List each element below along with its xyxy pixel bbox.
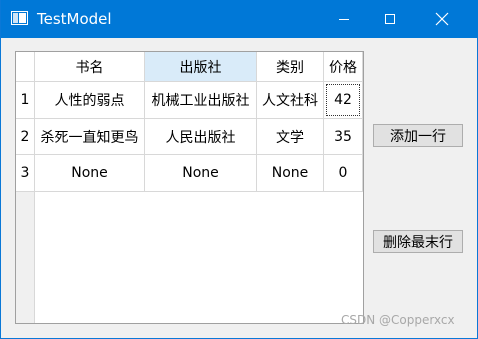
row-header-empty-area: [16, 192, 35, 323]
watermark-text: CSDN @Copperxcx: [341, 313, 455, 327]
close-button[interactable]: [419, 0, 465, 38]
minimize-icon: [339, 19, 349, 20]
window-title: TestModel: [37, 10, 112, 28]
table-cell[interactable]: 文学: [257, 119, 324, 155]
minimize-button[interactable]: [321, 0, 367, 38]
table-cell[interactable]: 机械工业出版社: [145, 82, 257, 119]
table-cell[interactable]: 35: [324, 119, 363, 155]
table-cell[interactable]: None: [145, 155, 257, 192]
column-header-publisher[interactable]: 出版社: [145, 52, 257, 82]
column-header-book-title[interactable]: 书名: [35, 52, 145, 82]
title-bar[interactable]: TestModel: [1, 0, 478, 38]
maximize-icon: [385, 14, 395, 24]
table-corner-button[interactable]: [16, 52, 35, 82]
row-header-3[interactable]: 3: [16, 155, 35, 192]
table-cell[interactable]: 人文社科: [257, 82, 324, 119]
data-table[interactable]: 书名 出版社 类别 价格 1 2 3 人性的弱点 机械工业出版社 人文社科 42…: [15, 51, 364, 324]
table-cell[interactable]: 人民出版社: [145, 119, 257, 155]
table-cell[interactable]: None: [35, 155, 145, 192]
table-cell[interactable]: 0: [324, 155, 363, 192]
table-cell[interactable]: None: [257, 155, 324, 192]
table-cell[interactable]: 人性的弱点: [35, 82, 145, 119]
delete-last-row-button[interactable]: 删除最末行: [373, 230, 463, 253]
column-header-category[interactable]: 类别: [257, 52, 324, 82]
table-cell-focused[interactable]: 42: [324, 82, 363, 119]
row-header-2[interactable]: 2: [16, 119, 35, 155]
app-window-icon: [11, 11, 28, 25]
add-row-button[interactable]: 添加一行: [373, 124, 463, 147]
column-header-price[interactable]: 价格: [324, 52, 363, 82]
close-icon: [435, 12, 449, 26]
table-cell[interactable]: 杀死一直知更鸟: [35, 119, 145, 155]
maximize-button[interactable]: [367, 0, 413, 38]
main-window: TestModel 书名 出版社 类别 价格 1 2 3 人性的弱点 机械工业出…: [0, 0, 478, 339]
row-header-1[interactable]: 1: [16, 82, 35, 119]
